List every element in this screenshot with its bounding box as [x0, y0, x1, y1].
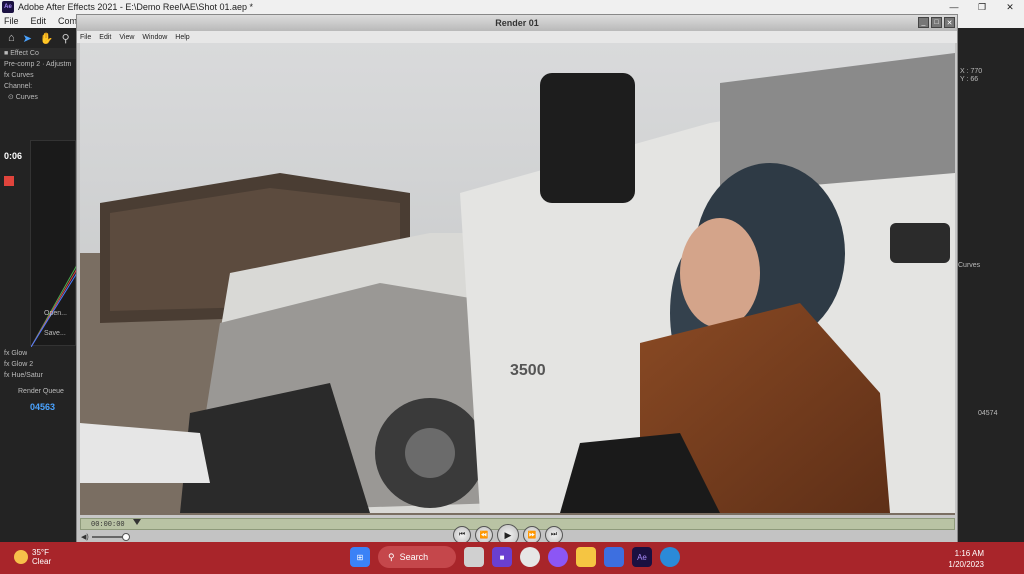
- media-encoder-icon[interactable]: [660, 547, 680, 567]
- effect-controls-panel: ■ Effect Co Pre-comp 2 · Adjustm fx Curv…: [0, 48, 76, 542]
- clock-time: 1:16 AM: [954, 549, 984, 558]
- rw-menu-window[interactable]: Window: [142, 34, 167, 41]
- weather-text: 35°F Clear: [32, 548, 51, 566]
- menu-file[interactable]: File: [4, 16, 19, 26]
- clock[interactable]: 1:16 AM 1/20/2023: [948, 548, 984, 570]
- rw-menu-help[interactable]: Help: [175, 34, 189, 41]
- taskbar-search[interactable]: ⚲ Search: [378, 546, 456, 568]
- layer-hue-sat[interactable]: fx Hue/Satur: [0, 370, 43, 381]
- ae-titlebar: Ae Adobe After Effects 2021 - E:\Demo Re…: [0, 0, 1024, 14]
- channel-label: Channel:: [4, 83, 33, 90]
- rw-menu-edit[interactable]: Edit: [99, 34, 111, 41]
- rw-minimize-icon[interactable]: _: [918, 17, 929, 28]
- windows-start-icon[interactable]: ⊞: [350, 547, 370, 567]
- video-frame[interactable]: 3500: [80, 43, 955, 515]
- render-window: Render 01 _ □ ✕ File Edit View Window He…: [76, 14, 958, 546]
- task-view-icon[interactable]: [464, 547, 484, 567]
- taskbar-apps: ⊞ ⚲ Search ■ Ae: [350, 546, 680, 568]
- effect-curves[interactable]: fx Curves: [0, 70, 76, 81]
- maximize-icon[interactable]: ❐: [968, 0, 996, 14]
- playhead[interactable]: [133, 519, 141, 525]
- ae-window-title: Adobe After Effects 2021 - E:\Demo Reel\…: [18, 2, 253, 12]
- rw-menu-file[interactable]: File: [80, 34, 91, 41]
- speaker-icon: ◀): [81, 534, 89, 541]
- layer-path: Pre-comp 2 · Adjustm: [4, 61, 72, 68]
- after-effects-taskbar-icon[interactable]: Ae: [632, 547, 652, 567]
- render-window-title: Render 01: [77, 15, 957, 31]
- curves-save-button[interactable]: Save...: [40, 328, 66, 339]
- file-explorer-icon[interactable]: [576, 547, 596, 567]
- messenger-icon[interactable]: [548, 547, 568, 567]
- render-window-controls: _ □ ✕: [918, 17, 955, 28]
- window-controls: — ❐ ✕: [940, 0, 1024, 14]
- paint-icon[interactable]: [604, 547, 624, 567]
- hand-tool-icon[interactable]: ✋: [40, 32, 54, 45]
- volume-control[interactable]: ◀): [81, 533, 130, 541]
- rw-maximize-icon[interactable]: □: [931, 17, 942, 28]
- effect-controls-tab[interactable]: ■ Effect Co: [0, 48, 76, 59]
- clock-date: 1/20/2023: [948, 560, 984, 569]
- rw-menu-view[interactable]: View: [119, 34, 134, 41]
- frame-count: 04563: [30, 402, 56, 412]
- close-icon[interactable]: ✕: [996, 0, 1024, 14]
- layer-glow-2[interactable]: fx Glow 2: [0, 359, 33, 370]
- render-queue-tab[interactable]: Render Queue: [14, 386, 64, 397]
- weather-icon: [14, 550, 28, 564]
- volume-slider[interactable]: [91, 533, 130, 541]
- color-swatch[interactable]: [4, 176, 14, 186]
- right-panels: X : 770 Y : 66 Curves 04574: [958, 48, 1024, 542]
- volume-knob[interactable]: [121, 533, 130, 541]
- coords-x: X : 770: [960, 68, 983, 75]
- frame-count-2: 04574: [978, 410, 998, 417]
- menu-edit[interactable]: Edit: [31, 16, 47, 26]
- search-icon: ⚲: [388, 551, 395, 562]
- home-icon[interactable]: ⌂: [8, 32, 15, 44]
- video-frame-image: 3500: [80, 43, 955, 515]
- render-window-menu: File Edit View Window Help: [77, 31, 957, 43]
- weather-temp: 35°F: [32, 548, 49, 557]
- weather-widget[interactable]: 35°F Clear: [14, 548, 51, 566]
- search-label: Search: [399, 552, 429, 562]
- curves-open-button[interactable]: Open...: [40, 308, 67, 319]
- curves-param[interactable]: ⊙ Curves: [0, 92, 76, 103]
- weather-condition: Clear: [32, 557, 52, 566]
- coords-y: Y : 66: [960, 76, 979, 83]
- teams-icon[interactable]: ■: [492, 547, 512, 567]
- rw-close-icon[interactable]: ✕: [944, 17, 955, 28]
- curves-preset-label: Curves: [958, 262, 981, 269]
- layer-glow[interactable]: fx Glow: [0, 348, 27, 359]
- minimize-icon[interactable]: —: [940, 0, 968, 14]
- taskbar: 35°F Clear ⊞ ⚲ Search ■ Ae 1:16 AM 1/20/2…: [0, 542, 1024, 574]
- selection-tool-icon[interactable]: ➤: [23, 32, 32, 45]
- chrome-icon[interactable]: [520, 547, 540, 567]
- truck-badge: 3500: [510, 362, 546, 379]
- after-effects-icon: Ae: [2, 1, 14, 13]
- zoom-tool-icon[interactable]: ⚲: [62, 32, 70, 45]
